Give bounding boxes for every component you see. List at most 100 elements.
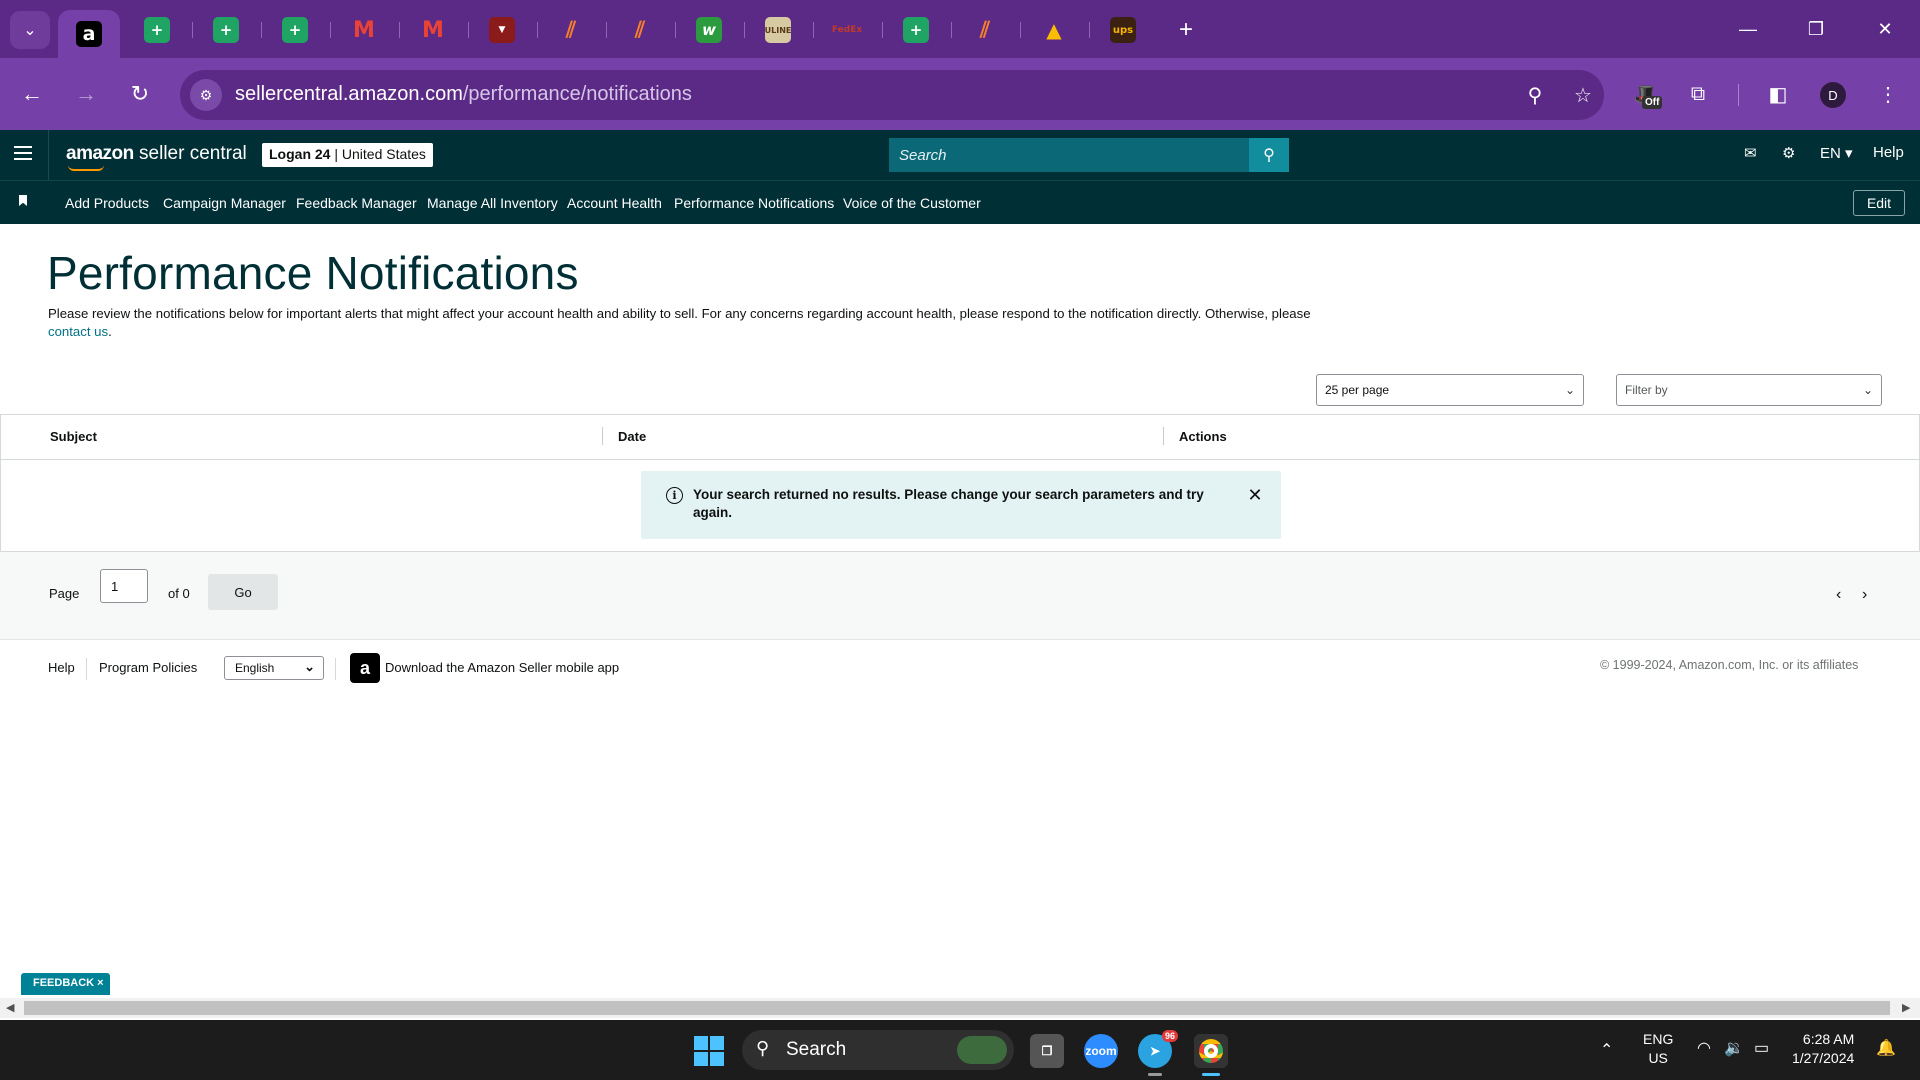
browser-tab[interactable]: ULINE <box>748 10 808 50</box>
stripe-icon: ⫽ <box>635 17 645 43</box>
tab-search-button[interactable]: ⌄ <box>10 11 50 49</box>
volume-icon[interactable]: 🔉 <box>1724 1038 1744 1058</box>
browser-tab[interactable]: ⫽ <box>610 10 670 50</box>
search-button[interactable]: ⚲ <box>1249 138 1289 172</box>
per-page-select[interactable]: 25 per page ⌄ <box>1316 374 1584 406</box>
profile-avatar[interactable]: D <box>1820 82 1846 108</box>
bookmark-voice-of-the-customer[interactable]: Voice of the Customer <box>843 195 981 211</box>
horizontal-scrollbar[interactable]: ◀ ▶ <box>0 998 1920 1018</box>
side-panel-icon[interactable]: ◧ <box>1760 76 1796 112</box>
bookmark-account-health[interactable]: Account Health <box>567 195 662 211</box>
url-text[interactable]: sellercentral.amazon.com/performance/not… <box>235 83 692 106</box>
restore-button[interactable]: ❐ <box>1793 12 1839 46</box>
stripe-icon: ⫽ <box>566 17 576 43</box>
forward-button[interactable]: → <box>68 76 104 112</box>
close-alert-button[interactable]: ✕ <box>1245 485 1265 505</box>
fedex-icon: FedEx <box>831 25 863 35</box>
contact-us-link[interactable]: contact us <box>48 324 108 339</box>
copyright-text: © 1999-2024, Amazon.com, Inc. or its aff… <box>1600 658 1859 672</box>
bookmark-campaign-manager[interactable]: Campaign Manager <box>163 195 286 211</box>
browser-tab[interactable]: FedEx <box>817 10 877 50</box>
clock[interactable]: 6:28 AM 1/27/2024 <box>1792 1030 1854 1068</box>
bookmark-manage-all-inventory[interactable]: Manage All Inventory <box>427 195 558 211</box>
feedback-button[interactable]: FEEDBACK × <box>21 973 110 995</box>
footer-language-select[interactable]: English ⌄ <box>224 656 324 680</box>
column-header-date[interactable]: Date <box>618 429 646 444</box>
telegram-app-icon[interactable]: ➤ 96 <box>1138 1030 1178 1076</box>
page-number-input[interactable] <box>100 569 148 603</box>
zoom-app-icon[interactable]: zoom <box>1084 1034 1118 1068</box>
next-page-button[interactable]: › <box>1862 586 1867 604</box>
extensions-puzzle-icon[interactable]: ⧉ <box>1680 76 1716 112</box>
download-app-link[interactable]: Download the Amazon Seller mobile app <box>385 660 619 675</box>
back-button[interactable]: ← <box>14 76 50 112</box>
task-view-icon[interactable]: ❐ <box>1030 1034 1064 1068</box>
scroll-right-icon[interactable]: ▶ <box>1902 1001 1910 1014</box>
column-header-subject[interactable]: Subject <box>50 429 97 444</box>
footer-program-policies-link[interactable]: Program Policies <box>99 660 197 675</box>
browser-tab[interactable]: ups <box>1093 10 1153 50</box>
page-count-label: of 0 <box>168 586 190 601</box>
footer-help-link[interactable]: Help <box>48 660 75 675</box>
browser-tab[interactable]: ▼ <box>472 10 532 50</box>
notification-bell-icon[interactable]: 🔔 <box>1876 1038 1896 1058</box>
taskbar-search[interactable]: ⚲ Search <box>742 1030 1014 1070</box>
go-button[interactable]: Go <box>208 574 278 610</box>
seller-central-logo[interactable]: amazon seller central <box>66 143 247 171</box>
address-bar[interactable]: ⚙ sellercentral.amazon.com/performance/n… <box>180 70 1604 120</box>
browser-tab[interactable]: + <box>886 10 946 50</box>
bookmark-star-icon[interactable]: ☆ <box>1568 80 1598 110</box>
scrollbar-thumb[interactable] <box>24 1001 1890 1015</box>
input-language-indicator[interactable]: ENG US <box>1643 1030 1673 1068</box>
close-window-button[interactable]: ✕ <box>1862 12 1908 46</box>
minimize-icon: — <box>1739 18 1757 39</box>
browser-tab[interactable]: + <box>196 10 256 50</box>
page-footer: Help Program Policies English ⌄ a Downloa… <box>0 640 1920 698</box>
browser-tab[interactable]: ⫽ <box>541 10 601 50</box>
battery-icon[interactable]: ▭ <box>1754 1038 1769 1058</box>
seller-search: ⚲ <box>889 138 1289 172</box>
settings-gear-icon[interactable]: ⚙ <box>1782 144 1795 162</box>
extension-hat-icon[interactable]: 🎩 Off <box>1628 76 1664 112</box>
mail-icon[interactable]: ✉ <box>1744 144 1757 162</box>
browser-toolbar: ← → ↻ ⚙ sellercentral.amazon.com/perform… <box>0 58 1920 130</box>
help-link[interactable]: Help <box>1873 144 1904 161</box>
language-selector[interactable]: EN ▾ <box>1820 144 1853 162</box>
bookmark-performance-notifications[interactable]: Performance Notifications <box>674 195 834 211</box>
bookmark-feedback-manager[interactable]: Feedback Manager <box>296 195 417 211</box>
amazon-app-icon[interactable]: a <box>350 653 380 683</box>
bookmark-bar: Add Products Campaign Manager Feedback M… <box>0 180 1920 224</box>
menu-hamburger-icon[interactable] <box>14 146 32 160</box>
browser-menu-icon[interactable]: ⋮ <box>1870 76 1906 112</box>
new-tab-button[interactable]: + <box>1170 14 1202 46</box>
minimize-button[interactable]: — <box>1725 12 1771 46</box>
browser-tab[interactable]: a <box>58 10 120 58</box>
close-icon: ✕ <box>1247 484 1263 505</box>
start-button[interactable] <box>694 1036 724 1066</box>
search-icon: ⚲ <box>756 1038 770 1058</box>
filter-select[interactable]: Filter by ⌄ <box>1616 374 1882 406</box>
bookmark-add-products[interactable]: Add Products <box>65 195 149 211</box>
browser-tab[interactable]: M <box>403 10 463 50</box>
browser-tab[interactable]: M <box>334 10 394 50</box>
chevron-down-icon: ⌄ <box>304 659 315 674</box>
arrow-left-icon: ← <box>21 81 43 106</box>
previous-page-button[interactable]: ‹ <box>1836 586 1841 604</box>
site-info-icon[interactable]: ⚙ <box>190 79 222 111</box>
seller-search-input[interactable] <box>889 138 1249 172</box>
wifi-icon[interactable]: ◠ <box>1697 1038 1711 1058</box>
zoom-icon[interactable]: ⚲ <box>1520 80 1550 110</box>
show-hidden-icons-button[interactable]: ⌃ <box>1600 1040 1613 1060</box>
store-switcher[interactable]: Logan 24 | United States <box>262 143 433 167</box>
scroll-left-icon[interactable]: ◀ <box>6 1001 14 1014</box>
browser-tab[interactable]: + <box>265 10 325 50</box>
browser-tab[interactable]: ▲ <box>1024 10 1084 50</box>
gmail-icon: M <box>353 17 375 43</box>
browser-tab[interactable]: + <box>127 10 187 50</box>
bookmark-icon[interactable] <box>19 195 27 206</box>
edit-bookmarks-button[interactable]: Edit <box>1853 190 1905 216</box>
reload-button[interactable]: ↻ <box>122 76 158 112</box>
browser-tab[interactable]: w <box>679 10 739 50</box>
browser-tab[interactable]: ⫽ <box>955 10 1015 50</box>
chrome-app-icon[interactable] <box>1194 1034 1228 1076</box>
